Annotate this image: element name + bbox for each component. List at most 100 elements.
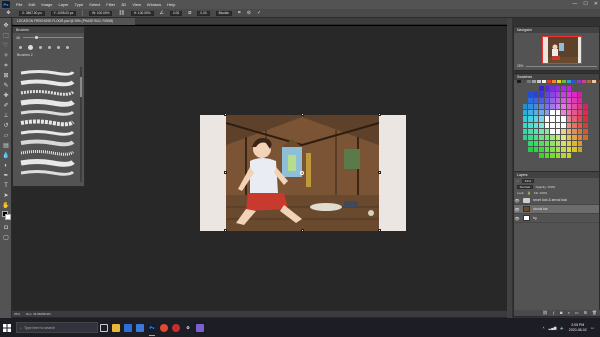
eye-icon[interactable]: 👁 — [514, 216, 520, 221]
swatch[interactable] — [566, 122, 571, 128]
swatch[interactable] — [566, 86, 571, 92]
cancel-transform-icon[interactable]: ⊘ — [247, 10, 251, 16]
swatch[interactable] — [522, 128, 527, 134]
swatch[interactable] — [522, 134, 527, 140]
fill-field[interactable]: Fill: 100% — [534, 191, 547, 195]
trash-icon[interactable]: 🗑 — [592, 310, 597, 316]
swatch[interactable] — [583, 116, 588, 122]
swatch[interactable] — [528, 92, 533, 98]
swatch[interactable] — [572, 140, 577, 146]
menu-file[interactable]: File — [13, 2, 25, 7]
swatch[interactable] — [522, 122, 527, 128]
swatch[interactable] — [583, 152, 588, 158]
lock-icon[interactable]: 🔒 — [527, 191, 531, 195]
swatch[interactable] — [517, 116, 522, 122]
swatch[interactable] — [577, 128, 582, 134]
type-tool-icon[interactable]: T — [2, 182, 10, 190]
swatch[interactable] — [555, 92, 560, 98]
taskbar-app-photoshop[interactable]: Ps — [146, 318, 158, 337]
swatch[interactable] — [528, 110, 533, 116]
swatch[interactable] — [588, 92, 593, 98]
swatch[interactable] — [572, 92, 577, 98]
swatch[interactable] — [544, 98, 549, 104]
system-clock[interactable]: 2:05 PM 2020-08-02 — [569, 323, 587, 332]
swatch[interactable] — [577, 86, 582, 92]
swatch[interactable] — [544, 140, 549, 146]
swatch[interactable] — [522, 98, 527, 104]
color-wheel-swatches[interactable] — [517, 86, 593, 158]
swatch[interactable] — [517, 122, 522, 128]
swatch[interactable] — [528, 98, 533, 104]
swatch[interactable] — [561, 122, 566, 128]
commit-transform-icon[interactable]: ✓ — [257, 10, 261, 16]
swatch[interactable] — [566, 152, 571, 158]
swatch[interactable] — [583, 146, 588, 152]
swatch[interactable] — [588, 98, 593, 104]
swatch[interactable] — [527, 80, 531, 83]
swatch[interactable] — [572, 86, 577, 92]
swatch[interactable] — [550, 152, 555, 158]
swatch[interactable] — [533, 140, 538, 146]
swatch[interactable] — [537, 80, 541, 83]
swatch[interactable] — [533, 98, 538, 104]
swatch[interactable] — [572, 116, 577, 122]
swatch[interactable] — [555, 122, 560, 128]
swatch[interactable] — [555, 116, 560, 122]
swatch[interactable] — [561, 86, 566, 92]
menu-layer[interactable]: Layer — [55, 2, 71, 7]
swatch[interactable] — [561, 152, 566, 158]
swatch[interactable] — [577, 104, 582, 110]
blend-mode-select[interactable]: Normal — [517, 185, 533, 189]
swatch[interactable] — [533, 104, 538, 110]
transform-handle-top[interactable] — [301, 113, 304, 116]
swatch[interactable] — [539, 110, 544, 116]
fx-icon[interactable]: ƒ — [553, 310, 555, 316]
swatch[interactable] — [539, 86, 544, 92]
taskbar-app-files[interactable] — [194, 318, 206, 337]
menu-view[interactable]: View — [129, 2, 144, 7]
swatch[interactable] — [582, 80, 586, 83]
swatch[interactable] — [588, 86, 593, 92]
blur-tool-icon[interactable]: 💧 — [2, 152, 10, 160]
menu-3d[interactable]: 3D — [118, 2, 129, 7]
marquee-tool-icon[interactable]: ⬚ — [2, 32, 10, 40]
swatch[interactable] — [528, 122, 533, 128]
chevron-up-icon[interactable]: ˄ — [543, 326, 545, 330]
swatch[interactable] — [547, 80, 551, 83]
swatch[interactable] — [533, 128, 538, 134]
swatch[interactable] — [539, 92, 544, 98]
swatch[interactable] — [566, 140, 571, 146]
swatch[interactable] — [566, 92, 571, 98]
swatch[interactable] — [552, 80, 556, 83]
clone-stamp-tool-icon[interactable]: ⊥ — [2, 112, 10, 120]
swatch[interactable] — [561, 116, 566, 122]
brush-preset[interactable] — [66, 45, 69, 49]
swatch[interactable] — [588, 116, 593, 122]
swatch[interactable] — [528, 104, 533, 110]
swatch[interactable] — [577, 122, 582, 128]
swatch[interactable] — [517, 86, 522, 92]
swatch[interactable] — [588, 146, 593, 152]
layer-filter-select[interactable]: Kind — [521, 179, 534, 183]
swatch[interactable] — [533, 92, 538, 98]
swatch[interactable] — [588, 134, 593, 140]
swatch[interactable] — [583, 140, 588, 146]
swatch[interactable] — [588, 152, 593, 158]
taskbar-search[interactable]: ⌕ Type here to search — [16, 322, 98, 333]
swatch[interactable] — [577, 134, 582, 140]
swatch[interactable] — [583, 122, 588, 128]
taskbar-app-browser[interactable] — [158, 318, 170, 337]
swatch[interactable] — [566, 128, 571, 134]
link-layers-icon[interactable]: ⛓ — [543, 310, 548, 316]
swatch[interactable] — [583, 104, 588, 110]
swatch[interactable] — [522, 140, 527, 146]
opacity-field[interactable]: Opacity: 100% — [536, 185, 556, 189]
swatch[interactable] — [561, 92, 566, 98]
swatch[interactable] — [533, 86, 538, 92]
swatch[interactable] — [588, 122, 593, 128]
swatch[interactable] — [522, 110, 527, 116]
swatch[interactable] — [550, 146, 555, 152]
document-tab[interactable]: LOCATION FREEHOSE FLOOR.psd @ 25% (PHASE… — [13, 18, 135, 25]
brush-group-name[interactable]: Brushes 2 — [13, 52, 84, 58]
transform-handle-right[interactable] — [378, 171, 381, 174]
